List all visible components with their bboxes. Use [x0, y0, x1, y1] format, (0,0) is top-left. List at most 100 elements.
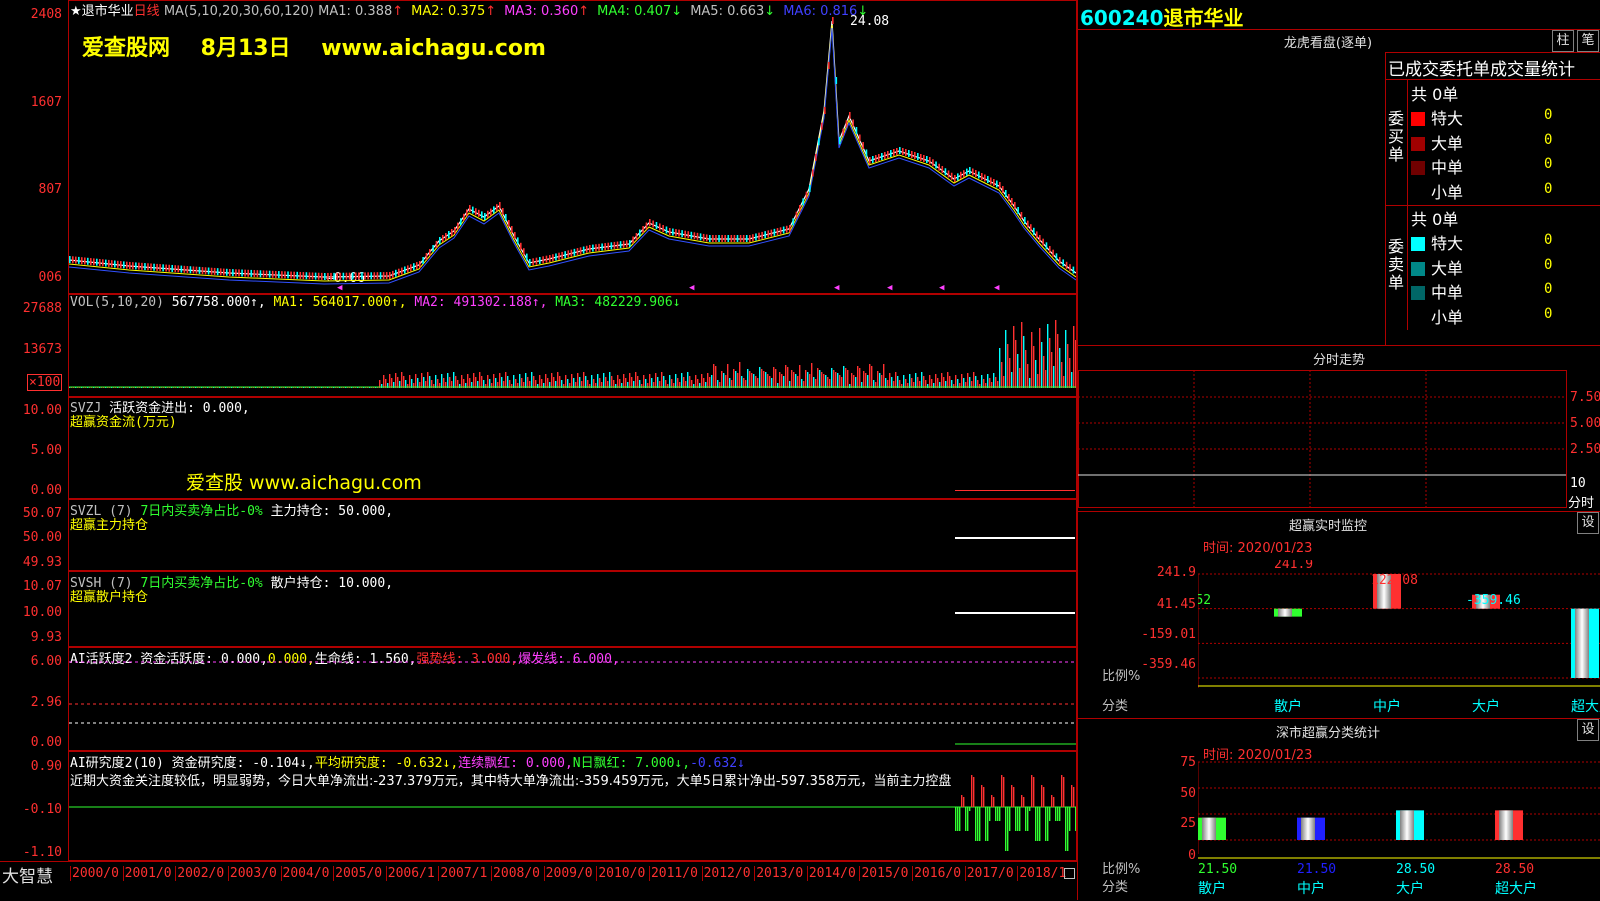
- vol-bar: [949, 376, 951, 388]
- classify-y-tick: 25: [1180, 816, 1196, 831]
- candle: [696, 232, 699, 240]
- candle: [259, 270, 262, 278]
- research-bar: [971, 775, 973, 807]
- monitor-settings-button[interactable]: 设: [1577, 512, 1599, 534]
- candle: [526, 253, 528, 261]
- candle: [324, 273, 326, 280]
- svsh-y-tick: 10.07: [22, 579, 62, 594]
- vol-bar: [969, 377, 971, 388]
- candle: [742, 235, 745, 242]
- candle: [954, 175, 956, 182]
- vol-bar: [397, 377, 399, 388]
- vol-bar: [403, 376, 405, 388]
- sell-order-label: 委卖单: [1388, 237, 1405, 292]
- scroll-icon[interactable]: [1064, 868, 1075, 879]
- signal-marker: ◀: [887, 283, 893, 293]
- category-label: 大户: [1472, 698, 1500, 715]
- order-type: 中单: [1431, 158, 1464, 177]
- signal-marker: ◀: [689, 283, 695, 293]
- vol-bar: [427, 372, 429, 388]
- vol-bar: [1027, 364, 1029, 388]
- candle: [1020, 212, 1023, 219]
- candle: [779, 227, 782, 235]
- category-label: 中户: [1297, 880, 1325, 897]
- candle: [1055, 253, 1058, 261]
- monitor-title: 超赢实时监控: [1288, 519, 1367, 534]
- vol-bar: [649, 374, 651, 388]
- vol-bar: [773, 367, 775, 388]
- vol-bar: [827, 377, 829, 388]
- research-bar: [1017, 807, 1019, 831]
- vol-bar: [663, 376, 665, 388]
- research-bar: [969, 807, 971, 811]
- category-label: 超大户: [1495, 880, 1537, 897]
- classify-chart[interactable]: 21.50 散户 21.50 中户 28.50 大户 28.50 超大户: [1198, 760, 1600, 900]
- ai-research-chart: [69, 775, 1076, 851]
- classify-settings-button[interactable]: 设: [1577, 719, 1599, 741]
- stock-name: 退市华业: [1163, 6, 1244, 30]
- svzl-line: [955, 537, 1075, 539]
- vol-bar: [533, 376, 535, 388]
- vol-bar: [813, 377, 815, 388]
- x-axis-label: 2018/1: [1017, 866, 1067, 881]
- candle: [693, 232, 696, 240]
- vol-bar: [629, 373, 631, 388]
- candle: [752, 234, 754, 242]
- vol-bar: [761, 369, 763, 388]
- research-bar: [955, 807, 957, 831]
- vol-bar: [973, 372, 975, 388]
- svsh-subtitle: 超赢散户持仓: [70, 590, 149, 605]
- vol-bar: [889, 373, 891, 388]
- vol-unit-label: ×100: [27, 374, 63, 391]
- vol-bar: [421, 373, 423, 388]
- vol-bar: [1075, 340, 1076, 388]
- candle: [589, 245, 591, 252]
- candle: [445, 233, 447, 240]
- vol-bar: [409, 375, 411, 388]
- vol-bar: [843, 366, 845, 388]
- x-axis-label: 2010/0: [596, 866, 646, 881]
- vol-bar: [423, 377, 425, 388]
- candle: [869, 157, 871, 164]
- fenshi-chart[interactable]: [1078, 370, 1600, 510]
- bar-value-label: 28.50: [1396, 862, 1435, 877]
- buy-total: 共 0单: [1411, 85, 1459, 104]
- candle: [852, 119, 854, 127]
- bar-value-label: 21.50: [1198, 862, 1237, 877]
- candle: [923, 155, 925, 162]
- vol-bar: [501, 377, 503, 388]
- candle: [499, 202, 501, 209]
- vol-bar: [1013, 326, 1015, 388]
- candle: [345, 272, 348, 280]
- candle: [802, 198, 804, 206]
- candle: [165, 264, 167, 272]
- research-bar: [1061, 775, 1063, 807]
- lhb-bar-button[interactable]: 柱: [1552, 30, 1574, 52]
- candle: [549, 255, 551, 262]
- candle: [755, 233, 757, 241]
- color-swatch: [1411, 161, 1425, 175]
- candle: [598, 243, 600, 251]
- vol-bar: [661, 372, 663, 388]
- order-count: 0: [1544, 256, 1553, 273]
- classify-y-tick: 75: [1180, 755, 1196, 770]
- candle: [999, 182, 1001, 189]
- candle: [799, 205, 801, 212]
- order-count: 0: [1544, 305, 1553, 322]
- vol-bar: [475, 377, 477, 388]
- monitor-chart[interactable]: -4.52 散户 241.9 中户 122.08 大户 -359.46 超大户: [1198, 560, 1600, 720]
- candle: [320, 272, 323, 280]
- kline-chart[interactable]: ◀ ◀ ◀ ◀ ◀ ◀: [69, 1, 1076, 293]
- candle: [832, 17, 834, 24]
- lhb-tick-button[interactable]: 笔: [1577, 30, 1599, 52]
- svzl-y-tick: 50.00: [22, 530, 62, 545]
- candle: [705, 234, 708, 242]
- fenshi-title: 分时走势: [1312, 353, 1365, 368]
- candle: [271, 270, 274, 278]
- vol-bar: [481, 376, 483, 388]
- candle: [159, 264, 161, 272]
- vol-bar: [1047, 324, 1049, 388]
- ma-line-yellow: [69, 24, 1076, 282]
- candle: [268, 270, 271, 278]
- brand-label: 大智慧: [2, 867, 53, 887]
